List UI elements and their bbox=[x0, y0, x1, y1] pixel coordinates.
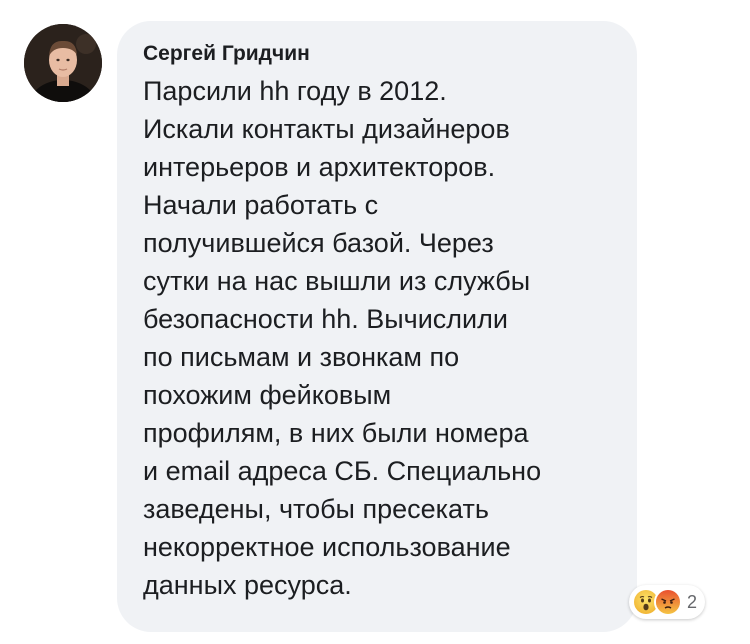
angry-reaction-icon bbox=[654, 588, 682, 616]
comment-text: Парсили hh году в 2012. Искали контакты … bbox=[143, 76, 542, 600]
reaction-count: 2 bbox=[687, 592, 698, 612]
avatar[interactable] bbox=[24, 24, 102, 102]
reactions-summary[interactable]: 2 bbox=[629, 585, 706, 619]
comment-author[interactable]: Сергей Гридчин bbox=[143, 40, 613, 68]
comment-bubble: Сергей Гридчин Парсили hh году в 2012. И… bbox=[117, 21, 637, 632]
